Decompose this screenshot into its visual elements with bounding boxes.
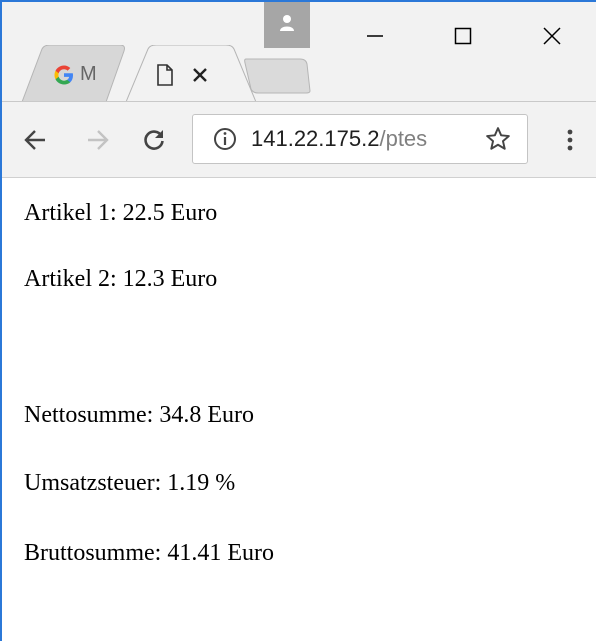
line-artikel-1: Artikel 1: 22.5 Euro <box>24 200 218 226</box>
back-button[interactable] <box>19 124 51 156</box>
line-artikel-2: Artikel 2: 12.3 Euro <box>24 266 218 292</box>
maximize-button[interactable] <box>440 16 486 56</box>
window-close-button[interactable] <box>529 16 575 56</box>
page-content: Artikel 1: 22.5 Euro Artikel 2: 12.3 Eur… <box>2 178 596 641</box>
reload-icon <box>144 130 164 150</box>
page-icon <box>157 64 173 86</box>
title-bar: M <box>2 2 596 102</box>
minimize-icon <box>367 35 383 37</box>
forward-icon <box>88 130 109 150</box>
tab-google[interactable]: M <box>20 45 136 102</box>
tab-active[interactable] <box>126 45 256 102</box>
person-icon <box>280 15 294 31</box>
address-bar[interactable]: 141.22.175.2/ptes <box>192 114 528 164</box>
url-path: /ptes <box>379 126 428 151</box>
star-icon[interactable] <box>485 126 511 152</box>
new-tab-icon <box>244 58 311 94</box>
reload-button[interactable] <box>138 124 170 156</box>
browser-window: M 141.22.175.2/ptes Artikel 1: 22.5 Euro… <box>0 0 596 641</box>
menu-icon <box>567 129 573 151</box>
tab-close-button[interactable] <box>190 65 210 85</box>
line-nettosumme: Nettosumme: 34.8 Euro <box>24 402 254 428</box>
google-g-icon <box>54 65 73 85</box>
close-icon <box>193 68 207 82</box>
line-umsatzsteuer: Umsatzsteuer: 1.19 % <box>24 470 236 496</box>
info-icon[interactable] <box>213 127 237 151</box>
new-tab-button[interactable] <box>244 58 312 94</box>
back-icon <box>24 130 45 150</box>
tab-shape <box>21 45 125 102</box>
url-text[interactable]: 141.22.175.2/ptes <box>251 126 471 152</box>
minimize-button[interactable] <box>352 16 398 56</box>
tab-google-label: M <box>80 63 97 85</box>
forward-button[interactable] <box>82 124 114 156</box>
toolbar: 141.22.175.2/ptes <box>2 101 596 178</box>
url-host: 141.22.175.2 <box>251 126 380 151</box>
profile-button[interactable] <box>264 2 310 48</box>
line-bruttosumme: Bruttosumme: 41.41 Euro <box>24 540 274 566</box>
close-icon <box>543 27 561 45</box>
menu-button[interactable] <box>554 124 586 156</box>
maximize-icon <box>454 27 472 45</box>
